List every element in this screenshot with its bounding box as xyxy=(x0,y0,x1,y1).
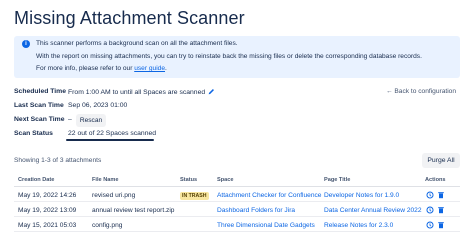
column-header[interactable]: Creation Date xyxy=(18,177,54,183)
space-link[interactable]: Three Dimensional Date Gadgets xyxy=(217,222,315,229)
last-scan-time-label: Last Scan Time xyxy=(14,102,64,109)
creation-date: May 19, 2022 13:09 xyxy=(18,207,77,214)
creation-date: May 19, 2022 14:26 xyxy=(18,192,77,199)
info-icon: i xyxy=(22,40,30,48)
table-header: Creation Date File Name Status Space Pag… xyxy=(14,174,460,187)
scheduled-time-text: From 1:00 AM to until all Spaces are sca… xyxy=(68,89,206,96)
space-link[interactable]: Dashboard Folders for Jira xyxy=(217,207,295,214)
pencil-icon[interactable] xyxy=(208,88,215,95)
last-scan-time-value: Sep 06, 2023 01:00 xyxy=(68,102,128,109)
next-scan-time-value: – xyxy=(68,116,72,123)
scan-status-value: 22 out of 22 Spaces scanned xyxy=(68,130,157,137)
user-guide-link[interactable]: user guide xyxy=(134,65,165,72)
column-header[interactable]: Page Title xyxy=(324,177,350,183)
restore-icon[interactable] xyxy=(426,206,434,214)
creation-date: May 15, 2021 05:03 xyxy=(18,222,77,229)
column-header[interactable]: File Name xyxy=(92,177,118,183)
trash-icon[interactable] xyxy=(437,191,445,199)
table-row: May 15, 2021 05:03 config.png Three Dime… xyxy=(14,219,460,232)
table-row: May 19, 2022 14:26 revised uri.png IN TR… xyxy=(14,189,460,202)
info-line-2: With the report on missing attachments, … xyxy=(36,53,422,60)
column-header[interactable]: Status xyxy=(180,177,197,183)
scheduled-time-label: Scheduled Time xyxy=(14,88,66,95)
purge-all-button[interactable]: Purge All xyxy=(422,153,460,168)
page-title-link[interactable]: Data Center Annual Review 2022 xyxy=(324,207,422,214)
status-badge: IN TRASH xyxy=(180,192,209,200)
column-header[interactable]: Space xyxy=(217,177,233,183)
info-line-3-prefix: For more info, please refer to our xyxy=(36,65,135,72)
info-line-3: For more info, please refer to our user … xyxy=(36,65,167,72)
restore-icon[interactable] xyxy=(426,221,434,229)
page-title: Missing Attachment Scanner xyxy=(14,8,245,28)
file-name: revised uri.png xyxy=(92,192,136,199)
page-title-link[interactable]: Release Notes for 2.3.0 xyxy=(324,222,393,229)
table-row: May 19, 2022 13:09 annual review test re… xyxy=(14,204,460,217)
info-line-1: This scanner performs a background scan … xyxy=(36,40,238,47)
scheduled-time-value: From 1:00 AM to until all Spaces are sca… xyxy=(68,88,215,96)
info-panel: i This scanner performs a background sca… xyxy=(14,36,460,78)
next-scan-time-label: Next Scan Time xyxy=(14,116,65,123)
scan-progress-bar xyxy=(66,139,154,141)
info-line-3-suffix: . xyxy=(165,65,167,72)
file-name: annual review test report.zip xyxy=(92,207,175,214)
column-header: Actions xyxy=(425,177,446,183)
space-link[interactable]: Attachment Checker for Confluence xyxy=(217,192,321,199)
file-name: config.png xyxy=(92,222,123,229)
results-count: Showing 1-3 of 3 attachments xyxy=(14,157,102,164)
restore-icon[interactable] xyxy=(426,191,434,199)
scan-status-label: Scan Status xyxy=(14,130,53,137)
rescan-button[interactable]: Rescan xyxy=(76,114,106,127)
trash-icon[interactable] xyxy=(437,221,445,229)
trash-icon[interactable] xyxy=(437,206,445,214)
page-title-link[interactable]: Developer Notes for 1.9.0 xyxy=(324,192,399,199)
back-to-configuration-link[interactable]: ← Back to configuration xyxy=(386,88,456,95)
